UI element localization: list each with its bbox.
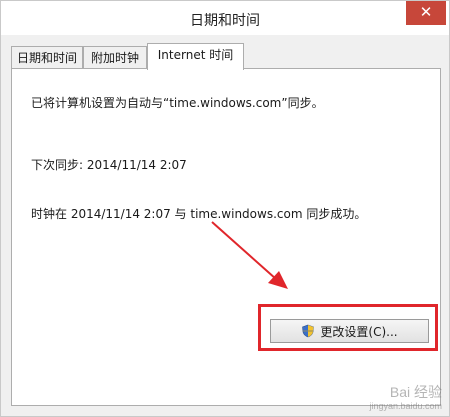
next-sync-text: 下次同步: 2014/11/14 2:07: [31, 158, 187, 172]
watermark-url: jingyan.baidu.com: [369, 401, 442, 411]
close-button[interactable]: ✕: [406, 1, 446, 25]
tab-date-time[interactable]: 日期和时间: [11, 46, 83, 68]
close-icon: ✕: [419, 3, 433, 21]
title-bar[interactable]: 日期和时间 ✕: [1, 1, 449, 35]
tab-internet-time[interactable]: Internet 时间: [147, 43, 244, 70]
tab-strip: 日期和时间 附加时钟 Internet 时间: [11, 43, 441, 70]
tab-additional-clocks[interactable]: 附加时钟: [83, 46, 147, 68]
sync-config-text: 已将计算机设置为自动与“time.windows.com”同步。: [31, 96, 324, 110]
highlight-box: [258, 304, 438, 351]
last-sync-text: 时钟在 2014/11/14 2:07 与 time.windows.com 同…: [31, 207, 367, 221]
window-title: 日期和时间: [190, 13, 260, 29]
dialog-window: 日期和时间 ✕ 日期和时间 附加时钟 Internet 时间 已将计算机设置为自…: [0, 0, 450, 417]
watermark-brand: Bai 经验: [389, 384, 442, 400]
baidu-watermark: Bai 经验 jingyan.baidu.com: [369, 385, 442, 413]
internet-time-panel: 已将计算机设置为自动与“time.windows.com”同步。 下次同步: 2…: [11, 68, 441, 406]
